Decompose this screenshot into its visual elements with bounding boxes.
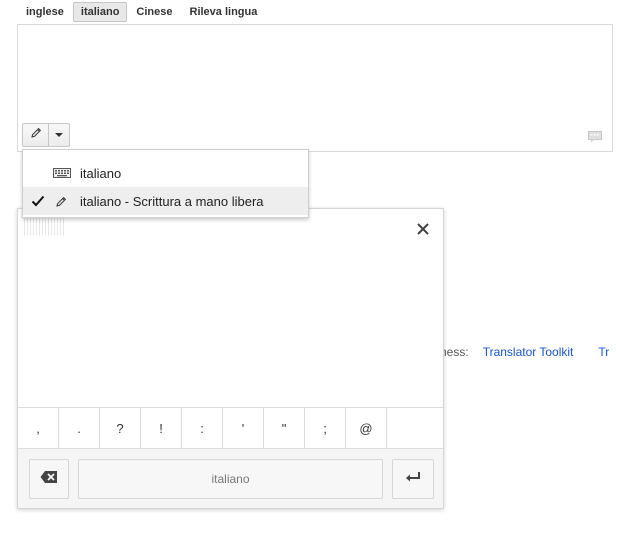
key-at[interactable]: @ xyxy=(346,408,387,448)
business-label: ness: xyxy=(440,345,469,359)
pencil-icon xyxy=(53,194,71,208)
tab-rileva-lingua[interactable]: Rileva lingua xyxy=(182,2,266,22)
key-empty xyxy=(387,408,443,448)
source-language-tabs: inglese italiano Cinese Rileva lingua xyxy=(18,2,266,22)
key-colon[interactable]: : xyxy=(182,408,223,448)
menu-item-label: italiano xyxy=(80,165,122,181)
checkmark-icon xyxy=(31,194,45,208)
enter-button[interactable] xyxy=(392,459,434,499)
key-question[interactable]: ? xyxy=(100,408,141,448)
menu-item-handwriting[interactable]: italiano - Scrittura a mano libera xyxy=(23,187,308,215)
key-apostrophe[interactable]: ' xyxy=(223,408,264,448)
tab-cinese[interactable]: Cinese xyxy=(128,2,180,22)
pencil-icon xyxy=(30,126,42,144)
handwriting-toggle-button[interactable] xyxy=(23,124,49,146)
key-quote[interactable]: " xyxy=(264,408,305,448)
space-button[interactable]: italiano xyxy=(78,459,383,499)
key-comma[interactable]: , xyxy=(18,408,59,448)
source-text-box xyxy=(17,24,613,152)
link-truncated[interactable]: Tr xyxy=(598,345,609,359)
translate-page: inglese italiano Cinese Rileva lingua it… xyxy=(0,0,622,539)
backspace-icon xyxy=(40,470,58,489)
backspace-button[interactable] xyxy=(29,459,69,499)
close-icon[interactable] xyxy=(415,221,431,237)
tab-inglese[interactable]: inglese xyxy=(18,2,72,22)
business-links-row: ness: Translator Toolkit Tr xyxy=(440,345,622,359)
input-tools-dropdown-button[interactable] xyxy=(49,124,69,146)
drag-handle[interactable] xyxy=(24,217,64,235)
chevron-down-icon xyxy=(55,133,63,137)
handwriting-controls: italiano xyxy=(18,449,443,508)
tab-italiano[interactable]: italiano xyxy=(72,2,128,22)
handwriting-panel: , . ? ! : ' " ; @ italiano xyxy=(17,208,444,509)
handwriting-canvas[interactable] xyxy=(18,245,443,407)
menu-item-label: italiano - Scrittura a mano libera xyxy=(80,193,264,209)
punctuation-row: , . ? ! : ' " ; @ xyxy=(18,407,443,449)
enter-icon xyxy=(405,470,421,488)
key-semicolon[interactable]: ; xyxy=(305,408,346,448)
keyboard-icon xyxy=(53,166,71,180)
link-translator-toolkit[interactable]: Translator Toolkit xyxy=(483,345,574,359)
input-tools-button[interactable] xyxy=(22,123,70,147)
feedback-icon[interactable] xyxy=(588,130,602,143)
input-tools-menu: italiano italiano - Scrittura a mano lib… xyxy=(22,149,309,218)
key-period[interactable]: . xyxy=(59,408,100,448)
menu-item-keyboard[interactable]: italiano xyxy=(23,159,308,187)
key-exclamation[interactable]: ! xyxy=(141,408,182,448)
source-textarea[interactable] xyxy=(18,25,612,151)
